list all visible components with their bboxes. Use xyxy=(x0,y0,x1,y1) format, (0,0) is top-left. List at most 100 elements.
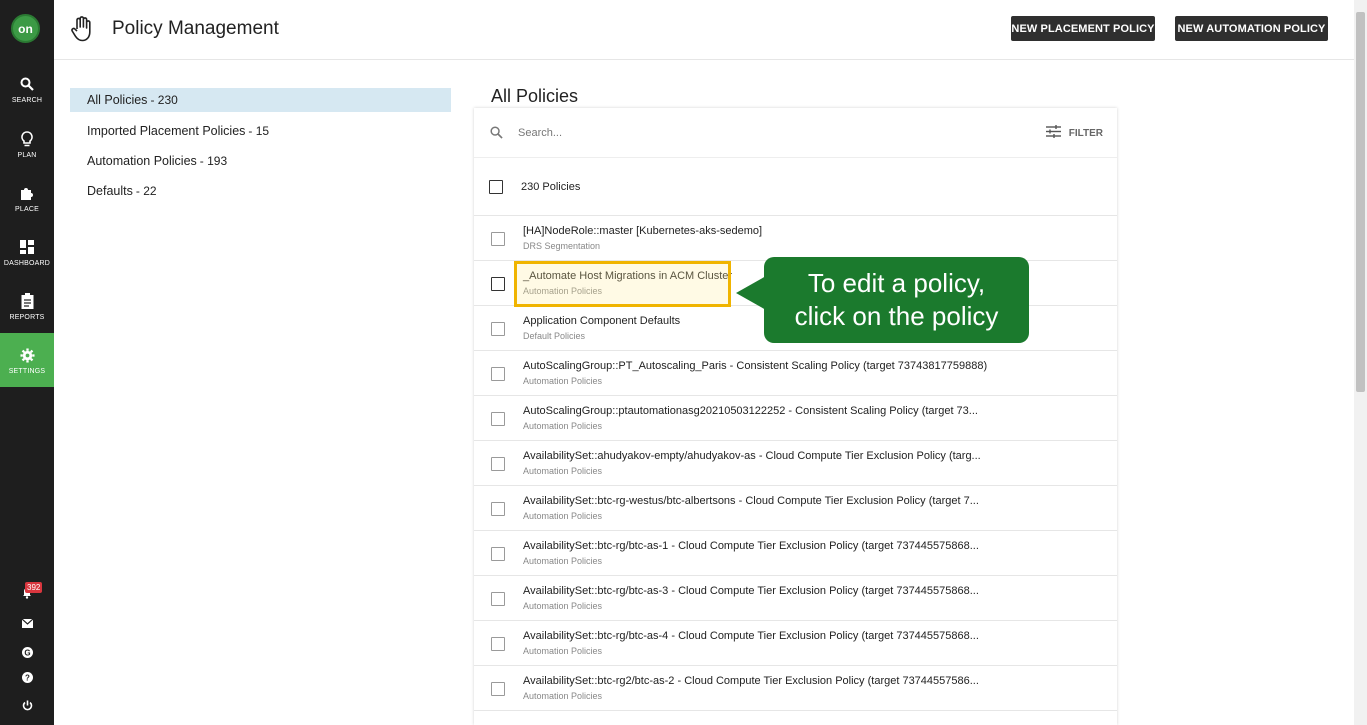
notifications-button[interactable]: 392 xyxy=(0,582,54,604)
policy-category: Automation Policies xyxy=(523,286,603,296)
nav-settings[interactable]: SETTINGS xyxy=(0,333,54,387)
policy-category: DRS Segmentation xyxy=(523,241,601,251)
row-checkbox[interactable] xyxy=(491,367,505,381)
mail-icon xyxy=(21,615,33,633)
svg-text:?: ? xyxy=(25,674,30,683)
row-checkbox[interactable] xyxy=(491,232,505,246)
nav-plan[interactable]: PLAN xyxy=(0,117,54,171)
row-checkbox[interactable] xyxy=(491,637,505,651)
search-icon xyxy=(20,74,34,94)
category-imported-placement[interactable]: Imported Placement Policies - 15 xyxy=(70,119,451,143)
policy-category: Automation Policies xyxy=(523,601,603,611)
notification-badge: 392 xyxy=(25,582,43,593)
power-icon xyxy=(22,698,33,716)
policy-category: Automation Policies xyxy=(523,691,603,701)
dashboard-icon xyxy=(20,237,34,257)
row-checkbox[interactable] xyxy=(491,412,505,426)
category-count: - 15 xyxy=(248,124,270,138)
policy-row[interactable]: AvailabilitySet::btc-rg/btc-as-4 - Cloud… xyxy=(474,621,1117,666)
policy-count-label: 230 Policies xyxy=(521,181,581,193)
select-all-row: 230 Policies xyxy=(474,158,1117,216)
policy-name[interactable]: AvailabilitySet::btc-rg/btc-as-4 - Cloud… xyxy=(523,630,979,642)
select-all-checkbox[interactable] xyxy=(489,180,503,194)
clipboard-icon xyxy=(21,291,34,311)
filter-icon xyxy=(1045,125,1069,141)
row-checkbox[interactable] xyxy=(491,277,505,291)
row-checkbox[interactable] xyxy=(491,457,505,471)
nav-search[interactable]: SEARCH xyxy=(0,62,54,116)
callout-line-1: To edit a policy, xyxy=(807,268,986,298)
policy-name[interactable]: AutoScalingGroup::ptautomationasg2021050… xyxy=(523,405,978,417)
category-count: - 22 xyxy=(135,184,157,198)
policy-name[interactable]: AvailabilitySet::btc-rg-westus/btc-alber… xyxy=(523,495,979,507)
filter-label: FILTER xyxy=(1068,127,1103,139)
category-all-policies[interactable]: All Policies - 230 xyxy=(70,88,451,112)
svg-text:G: G xyxy=(24,649,30,658)
policy-row[interactable]: AvailabilitySet::btc-rg-westus/btc-alber… xyxy=(474,486,1117,531)
policy-row[interactable]: AvailabilitySet::btc-rg/btc-as-3 - Cloud… xyxy=(474,576,1117,621)
puzzle-icon xyxy=(19,183,35,203)
google-button[interactable]: G xyxy=(0,645,54,663)
policy-list-panel: FILTER 230 Policies [HA]NodeRole::master… xyxy=(474,108,1117,725)
mail-button[interactable] xyxy=(0,615,54,633)
category-label: Imported Placement Policies xyxy=(87,124,246,138)
policy-name[interactable]: Application Component Defaults xyxy=(523,315,680,327)
policy-category: Default Policies xyxy=(523,331,586,341)
nav-reports-label: REPORTS xyxy=(9,314,45,321)
row-checkbox[interactable] xyxy=(491,682,505,696)
filter-button[interactable]: FILTER xyxy=(1045,125,1103,141)
policy-row[interactable]: AutoScalingGroup::ptautomationasg2021050… xyxy=(474,396,1117,441)
search-input[interactable] xyxy=(518,123,918,143)
nav-place-label: PLACE xyxy=(15,206,39,213)
page-header: Policy Management NEW PLACEMENT POLICY N… xyxy=(54,0,1354,60)
category-label: Defaults xyxy=(87,184,133,198)
policy-name[interactable]: AvailabilitySet::btc-rg2/btc-as-2 - Clou… xyxy=(523,675,979,687)
policy-row[interactable]: AutoScalingGroup::PT_Autoscaling_Paris -… xyxy=(474,351,1117,396)
category-automation[interactable]: Automation Policies - 193 xyxy=(70,149,451,173)
callout-line-2: click on the policy xyxy=(794,301,999,331)
row-checkbox[interactable] xyxy=(491,502,505,516)
app-logo[interactable]: on xyxy=(11,14,40,43)
nav-dashboard[interactable]: DASHBOARD xyxy=(0,225,54,279)
policy-row[interactable]: [HA]NodeRole::master [Kubernetes-aks-sed… xyxy=(474,216,1117,261)
policy-row[interactable]: AvailabilitySet::btc-rg2/btc-as-2 - Clou… xyxy=(474,666,1117,711)
policy-name[interactable]: AvailabilitySet::btc-rg/btc-as-3 - Cloud… xyxy=(523,585,979,597)
category-label: Automation Policies xyxy=(87,154,197,168)
new-placement-policy-button[interactable]: NEW PLACEMENT POLICY xyxy=(1011,16,1155,41)
policy-row[interactable]: AvailabilitySet::ahudyakov-empty/ahudyak… xyxy=(474,441,1117,486)
policy-category: Automation Policies xyxy=(523,646,603,656)
category-count: - 193 xyxy=(199,154,228,168)
policy-name[interactable]: AvailabilitySet::btc-rg/btc-as-1 - Cloud… xyxy=(523,540,979,552)
nav-plan-label: PLAN xyxy=(17,152,37,159)
category-label: All Policies xyxy=(87,93,148,107)
policy-category: Automation Policies xyxy=(523,556,603,566)
nav-reports[interactable]: REPORTS xyxy=(0,279,54,333)
scrollbar-thumb[interactable] xyxy=(1356,12,1365,392)
page-scrollbar[interactable] xyxy=(1354,0,1367,725)
lightbulb-icon xyxy=(21,129,33,149)
nav-search-label: SEARCH xyxy=(11,97,43,104)
row-checkbox[interactable] xyxy=(491,322,505,336)
row-checkbox[interactable] xyxy=(491,547,505,561)
policy-name[interactable]: AutoScalingGroup::PT_Autoscaling_Paris -… xyxy=(523,360,987,372)
main-title: All Policies xyxy=(491,86,579,106)
row-checkbox[interactable] xyxy=(491,592,505,606)
new-automation-policy-button[interactable]: NEW AUTOMATION POLICY xyxy=(1175,16,1328,41)
policy-category: Automation Policies xyxy=(523,511,603,521)
search-bar: FILTER xyxy=(474,108,1117,158)
nav-place[interactable]: PLACE xyxy=(0,171,54,225)
category-defaults[interactable]: Defaults - 22 xyxy=(70,179,451,203)
callout-arrow xyxy=(736,276,766,310)
category-count: - 230 xyxy=(150,93,178,107)
policy-name[interactable]: AvailabilitySet::ahudyakov-empty/ahudyak… xyxy=(523,450,981,462)
policy-row[interactable]: AvailabilitySet::btc-rg/btc-as-1 - Cloud… xyxy=(474,531,1117,576)
tutorial-callout: To edit a policy, click on the policy xyxy=(764,257,1029,343)
logout-button[interactable] xyxy=(0,698,54,716)
gear-icon xyxy=(19,345,35,365)
nav-rail: on SEARCH PLAN PLACE DASHBOARD REPORTS S… xyxy=(0,0,54,725)
policy-name[interactable]: _Automate Host Migrations in ACM Cluster xyxy=(523,270,732,282)
page-title: Policy Management xyxy=(112,18,279,39)
policy-name[interactable]: [HA]NodeRole::master [Kubernetes-aks-sed… xyxy=(523,225,762,237)
nav-settings-label: SETTINGS xyxy=(8,368,46,375)
help-button[interactable]: ? xyxy=(0,670,54,688)
